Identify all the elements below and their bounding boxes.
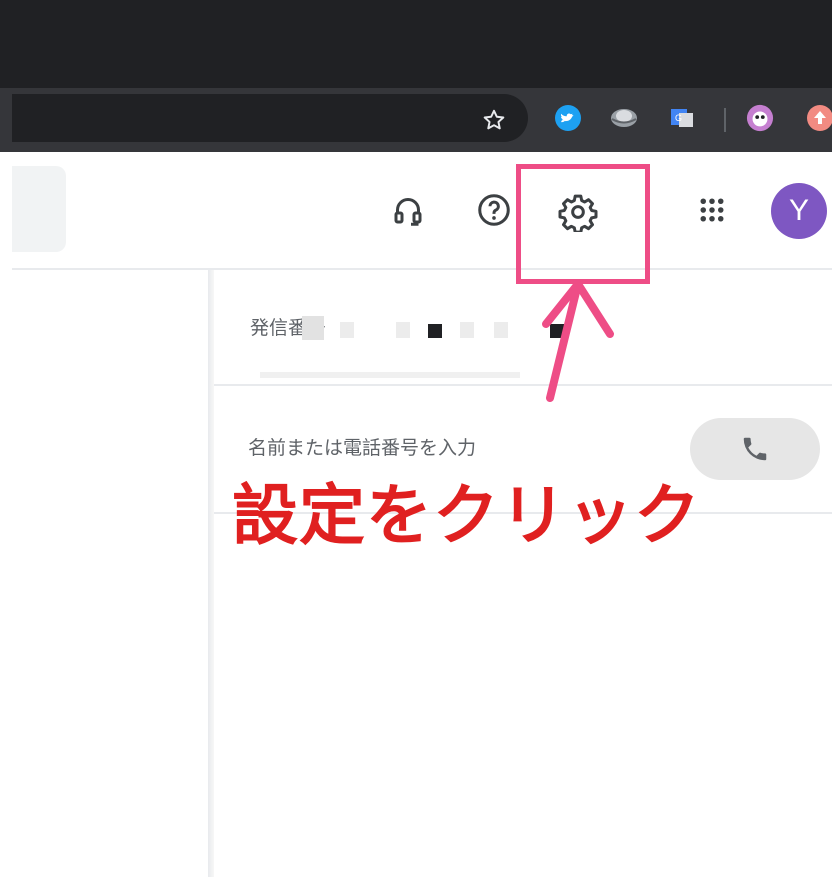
redacted-number — [396, 322, 410, 338]
owl-extension-icon[interactable] — [746, 104, 774, 132]
redacted-number — [340, 322, 354, 338]
redacted-number — [260, 372, 520, 378]
redacted-number — [302, 316, 324, 340]
upload-extension-icon[interactable] — [806, 104, 832, 132]
apps-grid-icon[interactable] — [688, 186, 736, 234]
annotation-text: 設定をクリック — [232, 477, 701, 554]
globe-extension-icon[interactable] — [610, 104, 638, 132]
extension-separator — [724, 108, 726, 132]
twitter-extension-icon[interactable] — [554, 104, 582, 132]
call-button[interactable] — [690, 418, 820, 480]
number-input[interactable] — [248, 430, 668, 466]
redacted-number — [428, 324, 442, 338]
left-panel — [12, 270, 208, 877]
avatar[interactable]: Y — [771, 183, 827, 239]
svg-text:G: G — [675, 113, 682, 123]
row-divider — [214, 384, 832, 386]
settings-highlight-box — [516, 164, 650, 284]
translate-extension-icon[interactable]: G — [668, 104, 696, 132]
redacted-number — [494, 322, 508, 338]
help-icon[interactable] — [470, 186, 518, 234]
bookmark-star-icon[interactable] — [476, 102, 512, 138]
address-bar[interactable] — [12, 94, 528, 142]
pointer-arrow — [542, 280, 614, 402]
browser-titlebar — [0, 0, 832, 88]
redacted-number — [460, 322, 474, 338]
headset-icon[interactable] — [384, 186, 432, 234]
phone-icon — [743, 437, 767, 461]
app-search-bar[interactable] — [12, 166, 66, 252]
